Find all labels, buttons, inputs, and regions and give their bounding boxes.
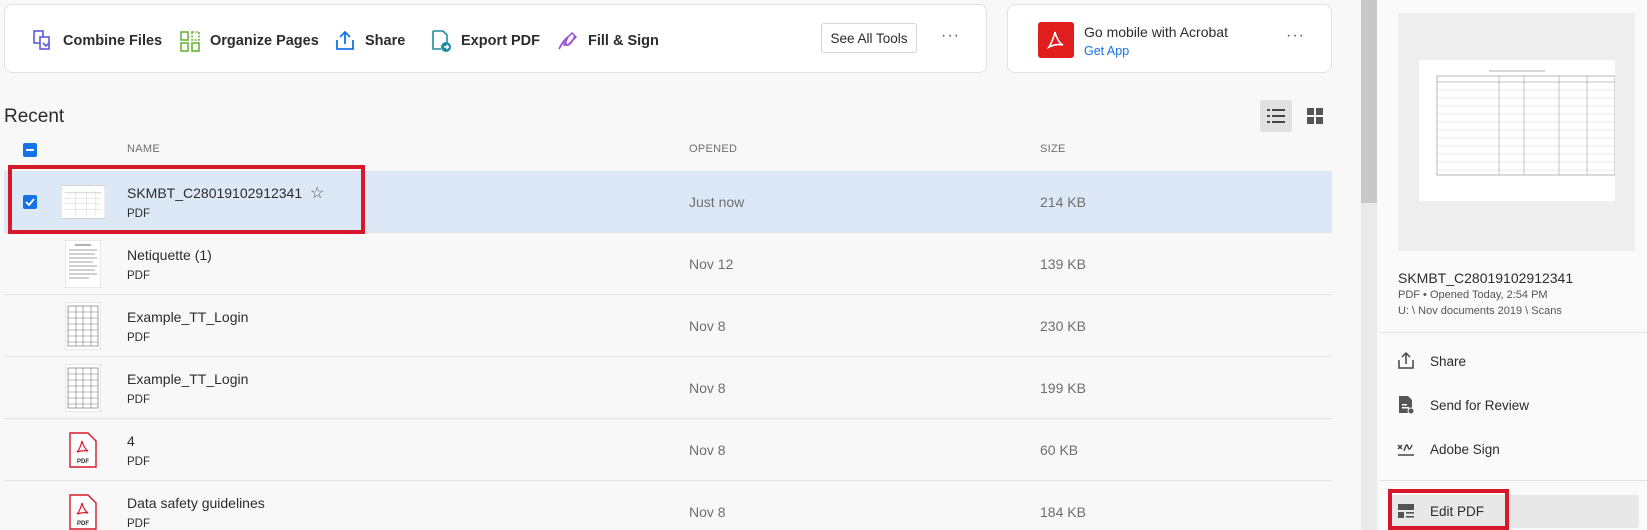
file-name: Data safety guidelines: [127, 495, 265, 511]
list-view-button[interactable]: [1260, 100, 1292, 132]
file-size: 214 KB: [1040, 194, 1086, 210]
pdf-badge-text: PDF: [77, 521, 89, 527]
file-size: 230 KB: [1040, 318, 1086, 334]
table-row[interactable]: PDF 4 PDF Nov 8 60 KB: [4, 419, 1332, 481]
file-opened: Nov 12: [689, 256, 734, 272]
adobe-sign-label: Adobe Sign: [1430, 441, 1500, 457]
column-header-name[interactable]: NAME: [127, 143, 160, 155]
select-all-checkbox[interactable]: [23, 143, 37, 157]
see-all-tools-button[interactable]: See All Tools: [821, 23, 917, 53]
organize-pages-tool[interactable]: Organize Pages: [178, 29, 319, 53]
list-view-icon: [1267, 109, 1285, 123]
file-type: PDF: [127, 456, 150, 468]
export-pdf-icon: [432, 30, 451, 52]
mobile-promo-card: Go mobile with Acrobat Get App ···: [1007, 4, 1332, 73]
file-name: Example_TT_Login: [127, 371, 249, 387]
share-action-label: Share: [1430, 353, 1467, 369]
column-header-opened[interactable]: OPENED: [689, 143, 737, 155]
file-thumbnail: [61, 240, 105, 288]
fill-sign-icon: [558, 31, 578, 50]
promo-title: Go mobile with Acrobat: [1084, 24, 1228, 40]
file-size: 139 KB: [1040, 256, 1086, 272]
file-opened: Nov 8: [689, 318, 726, 334]
scrollbar-thumb[interactable]: [1361, 0, 1377, 203]
table-row[interactable]: PDF Data safety guidelines PDF Nov 8 184…: [4, 481, 1332, 530]
table-row[interactable]: Example_TT_Login PDF Nov 8 199 KB: [4, 357, 1332, 419]
share-label: Share: [365, 33, 406, 49]
file-opened: Just now: [689, 194, 745, 210]
file-type: PDF: [127, 518, 150, 530]
file-size: 184 KB: [1040, 504, 1086, 520]
file-opened: Nov 8: [689, 380, 726, 396]
pdf-badge-text: PDF: [77, 459, 89, 465]
file-size: 60 KB: [1040, 442, 1079, 458]
details-file-meta: PDF • Opened Today, 2:54 PM: [1398, 289, 1548, 301]
file-name: 4: [127, 433, 135, 449]
organize-pages-label: Organize Pages: [210, 33, 319, 49]
file-opened: Nov 8: [689, 504, 726, 520]
send-for-review-action[interactable]: Send for Review: [1396, 395, 1529, 415]
file-thumbnail: [61, 364, 105, 412]
column-header-size[interactable]: SIZE: [1040, 143, 1066, 155]
export-pdf-tool[interactable]: Export PDF: [429, 29, 540, 53]
details-file-title: SKMBT_C28019102912341: [1398, 270, 1574, 286]
fill-sign-tool[interactable]: Fill & Sign: [556, 29, 659, 53]
organize-pages-icon: [180, 31, 200, 52]
share-icon: [336, 30, 354, 50]
send-review-icon: [1399, 396, 1415, 415]
combine-files-label: Combine Files: [63, 33, 163, 49]
get-app-link[interactable]: Get App: [1084, 44, 1129, 58]
share-tool[interactable]: Share: [333, 29, 405, 53]
send-for-review-label: Send for Review: [1430, 397, 1530, 413]
preview-page-image: [1419, 60, 1616, 201]
recent-title: Recent: [4, 106, 65, 127]
highlight-box-edit-pdf: [1388, 489, 1509, 530]
divider: [1380, 332, 1647, 333]
file-name: Netiquette (1): [127, 247, 212, 263]
promo-more-button[interactable]: ···: [1286, 27, 1305, 45]
fill-sign-label: Fill & Sign: [588, 33, 659, 49]
table-row[interactable]: Netiquette (1) PDF Nov 12 139 KB: [4, 233, 1332, 295]
highlight-box-selected-file: [8, 165, 365, 234]
file-size: 199 KB: [1040, 380, 1086, 396]
file-opened: Nov 8: [689, 442, 726, 458]
file-thumbnail: [61, 302, 105, 350]
tools-more-button[interactable]: ···: [941, 27, 960, 45]
combine-files-tool[interactable]: Combine Files: [31, 29, 162, 53]
file-type: PDF: [127, 394, 150, 406]
file-type: PDF: [127, 332, 150, 344]
file-type: PDF: [127, 270, 150, 282]
adobe-sign-action[interactable]: Adobe Sign: [1396, 439, 1500, 459]
table-row[interactable]: Example_TT_Login PDF Nov 8 230 KB: [4, 295, 1332, 357]
adobe-sign-icon: [1397, 444, 1414, 456]
acrobat-logo-icon: [1038, 22, 1074, 58]
details-file-path: U: \ Nov documents 2019 \ Scans: [1398, 305, 1562, 317]
grid-view-button[interactable]: [1299, 100, 1331, 132]
tools-bar: Combine Files Organize Pages Share Expor…: [4, 4, 987, 73]
share-action[interactable]: Share: [1396, 351, 1466, 371]
file-name: Example_TT_Login: [127, 309, 249, 325]
share-icon: [1398, 351, 1414, 369]
export-pdf-label: Export PDF: [461, 33, 540, 49]
divider: [1380, 480, 1647, 481]
pdf-file-icon: PDF: [61, 429, 105, 471]
pdf-file-icon: PDF: [61, 491, 105, 530]
grid-view-icon: [1307, 108, 1323, 124]
combine-files-icon: [33, 30, 50, 50]
